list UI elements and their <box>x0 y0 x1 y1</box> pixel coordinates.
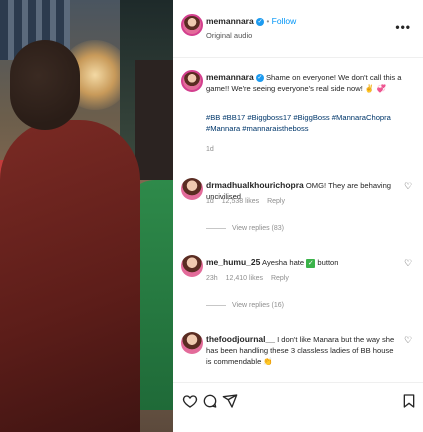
comment-likes[interactable]: 12,538 likes <box>222 198 259 205</box>
comment-time: 23h <box>206 275 218 282</box>
comment-heart-icon[interactable]: ♡ <box>404 336 413 345</box>
video-person-red-shirt <box>0 120 140 432</box>
comment-icon[interactable] <box>202 393 218 409</box>
caption-text-block: memannara ✓ Shame on everyone! We don't … <box>206 72 416 94</box>
author-avatar[interactable] <box>181 14 203 36</box>
view-replies-button[interactable]: View replies (83) <box>206 225 284 232</box>
comment-likes[interactable]: 12,410 likes <box>226 275 263 282</box>
replies-line <box>206 304 226 306</box>
comment-body: me_humu_25 Ayesha hate ✓ button <box>206 257 396 268</box>
heart-icon[interactable] <box>182 393 198 409</box>
commenter-avatar[interactable] <box>181 255 203 277</box>
more-icon[interactable]: ••• <box>395 20 411 34</box>
comment-heart-icon[interactable]: ♡ <box>404 259 413 268</box>
caption-timestamp: 1d <box>206 146 214 153</box>
comment-time: 1d <box>206 198 214 205</box>
caption-avatar[interactable] <box>181 70 203 92</box>
comment-text-end: button <box>317 258 339 267</box>
comment-item: drmadhualkhourichopra OMG! They are beha… <box>173 176 423 246</box>
post-video[interactable] <box>0 0 173 432</box>
verified-icon: ✓ <box>255 74 264 82</box>
post-viewer: memannara ✓ • Follow Original audio ••• … <box>0 0 423 432</box>
post-action-bar <box>173 382 423 432</box>
caption-hashtags[interactable]: #BB #BB17 #Biggboss17 #BiggBoss #Mannara… <box>206 112 416 134</box>
view-replies-button[interactable]: View replies (16) <box>206 302 284 309</box>
audio-label[interactable]: Original audio <box>206 31 252 40</box>
comment-reply-button[interactable]: Reply <box>271 275 289 282</box>
comment-meta: 1d 12,538 likes Reply <box>206 198 291 205</box>
post-details-panel: memannara ✓ • Follow Original audio ••• … <box>173 0 423 432</box>
verified-icon: ✓ <box>256 17 265 26</box>
share-icon[interactable] <box>222 393 238 409</box>
comment-meta: 23h 12,410 likes Reply <box>206 275 295 282</box>
replies-line <box>206 227 226 229</box>
bookmark-icon[interactable] <box>401 393 417 409</box>
view-replies-label: View replies (16) <box>232 302 285 309</box>
separator-dot: • <box>266 17 270 26</box>
commenter-avatar[interactable] <box>181 178 203 200</box>
comment-username[interactable]: thefoodjournal__ <box>206 334 275 344</box>
comment-reply-button[interactable]: Reply <box>267 198 285 205</box>
commenter-avatar[interactable] <box>181 332 203 354</box>
follow-button[interactable]: Follow <box>272 16 297 26</box>
comment-body: thefoodjournal__ I don't like Manara but… <box>206 334 396 367</box>
comment-item: thefoodjournal__ I don't like Manara but… <box>173 330 423 380</box>
view-replies-label: View replies (83) <box>232 225 285 232</box>
video-person-dark <box>135 60 173 180</box>
video-person-head <box>10 40 80 130</box>
author-username[interactable]: memannara <box>206 16 254 26</box>
comment-heart-icon[interactable]: ♡ <box>404 182 413 191</box>
comment-username[interactable]: me_humu_25 <box>206 257 260 267</box>
caption-username[interactable]: memannara <box>206 72 254 82</box>
comment-username[interactable]: drmadhualkhourichopra <box>206 180 304 190</box>
comment-item: me_humu_25 Ayesha hate ✓ button 23h 12,4… <box>173 253 423 323</box>
check-mark-icon: ✓ <box>306 258 316 268</box>
author-line: memannara ✓ • Follow <box>206 16 296 26</box>
post-caption: memannara ✓ Shame on everyone! We don't … <box>173 66 423 166</box>
comment-text: Ayesha hate <box>262 258 305 267</box>
post-header: memannara ✓ • Follow Original audio ••• <box>173 0 423 58</box>
